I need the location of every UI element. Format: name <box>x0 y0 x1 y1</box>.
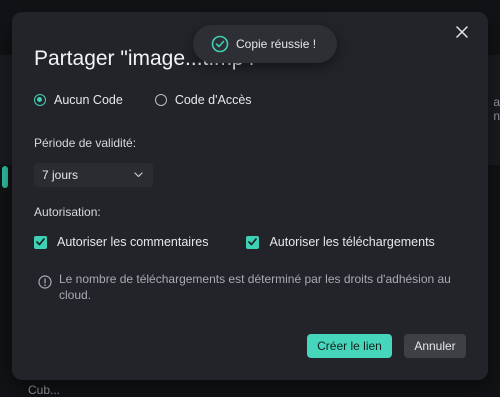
close-button[interactable] <box>450 20 474 44</box>
radio-dot <box>34 94 46 106</box>
cancel-button[interactable]: Annuler <box>404 334 466 358</box>
checkbox-label: Autoriser les téléchargements <box>269 235 435 249</box>
info-icon <box>38 275 52 289</box>
checkbox-allow-downloads[interactable]: Autoriser les téléchargements <box>246 235 435 249</box>
success-toast: Copie réussie ! <box>193 25 337 63</box>
radio-label: Code d'Accès <box>174 93 252 107</box>
toast-text: Copie réussie ! <box>236 37 317 51</box>
checkbox-label: Autoriser les commentaires <box>57 235 209 249</box>
create-link-button[interactable]: Créer le lien <box>307 334 392 358</box>
checkmark-icon <box>36 238 45 246</box>
share-dialog: Partager "image...t.mp4" Copie réussie !… <box>12 12 488 380</box>
checkmark-icon <box>248 238 258 246</box>
validity-select[interactable]: 7 jours <box>34 163 153 187</box>
access-options: Aucun Code Code d'Accès <box>34 93 284 107</box>
background-accent-bar <box>2 166 8 188</box>
radio-access-code[interactable]: Code d'Accès <box>154 93 252 107</box>
checkbox-box <box>34 235 47 249</box>
check-circle-icon <box>211 35 229 53</box>
radio-no-code[interactable]: Aucun Code <box>34 93 123 107</box>
background-bottom-text: Cub... <box>28 383 61 397</box>
validity-label: Période de validité: <box>34 136 137 150</box>
background-text: a n <box>493 95 500 123</box>
validity-value: 7 jours <box>42 168 79 182</box>
radio-dot <box>154 94 167 106</box>
info-text: Le nombre de téléchargements est détermi… <box>59 272 451 302</box>
info-note: Le nombre de téléchargements est détermi… <box>38 271 458 303</box>
checkbox-allow-comments[interactable]: Autoriser les commentaires <box>34 235 208 249</box>
authorization-label: Autorisation: <box>34 205 101 219</box>
chevron-down-icon <box>134 172 143 178</box>
checkbox-box <box>246 235 260 249</box>
close-icon <box>456 26 468 38</box>
radio-label: Aucun Code <box>54 93 123 107</box>
authorization-options: Autoriser les commentaires Autoriser les… <box>34 235 435 249</box>
